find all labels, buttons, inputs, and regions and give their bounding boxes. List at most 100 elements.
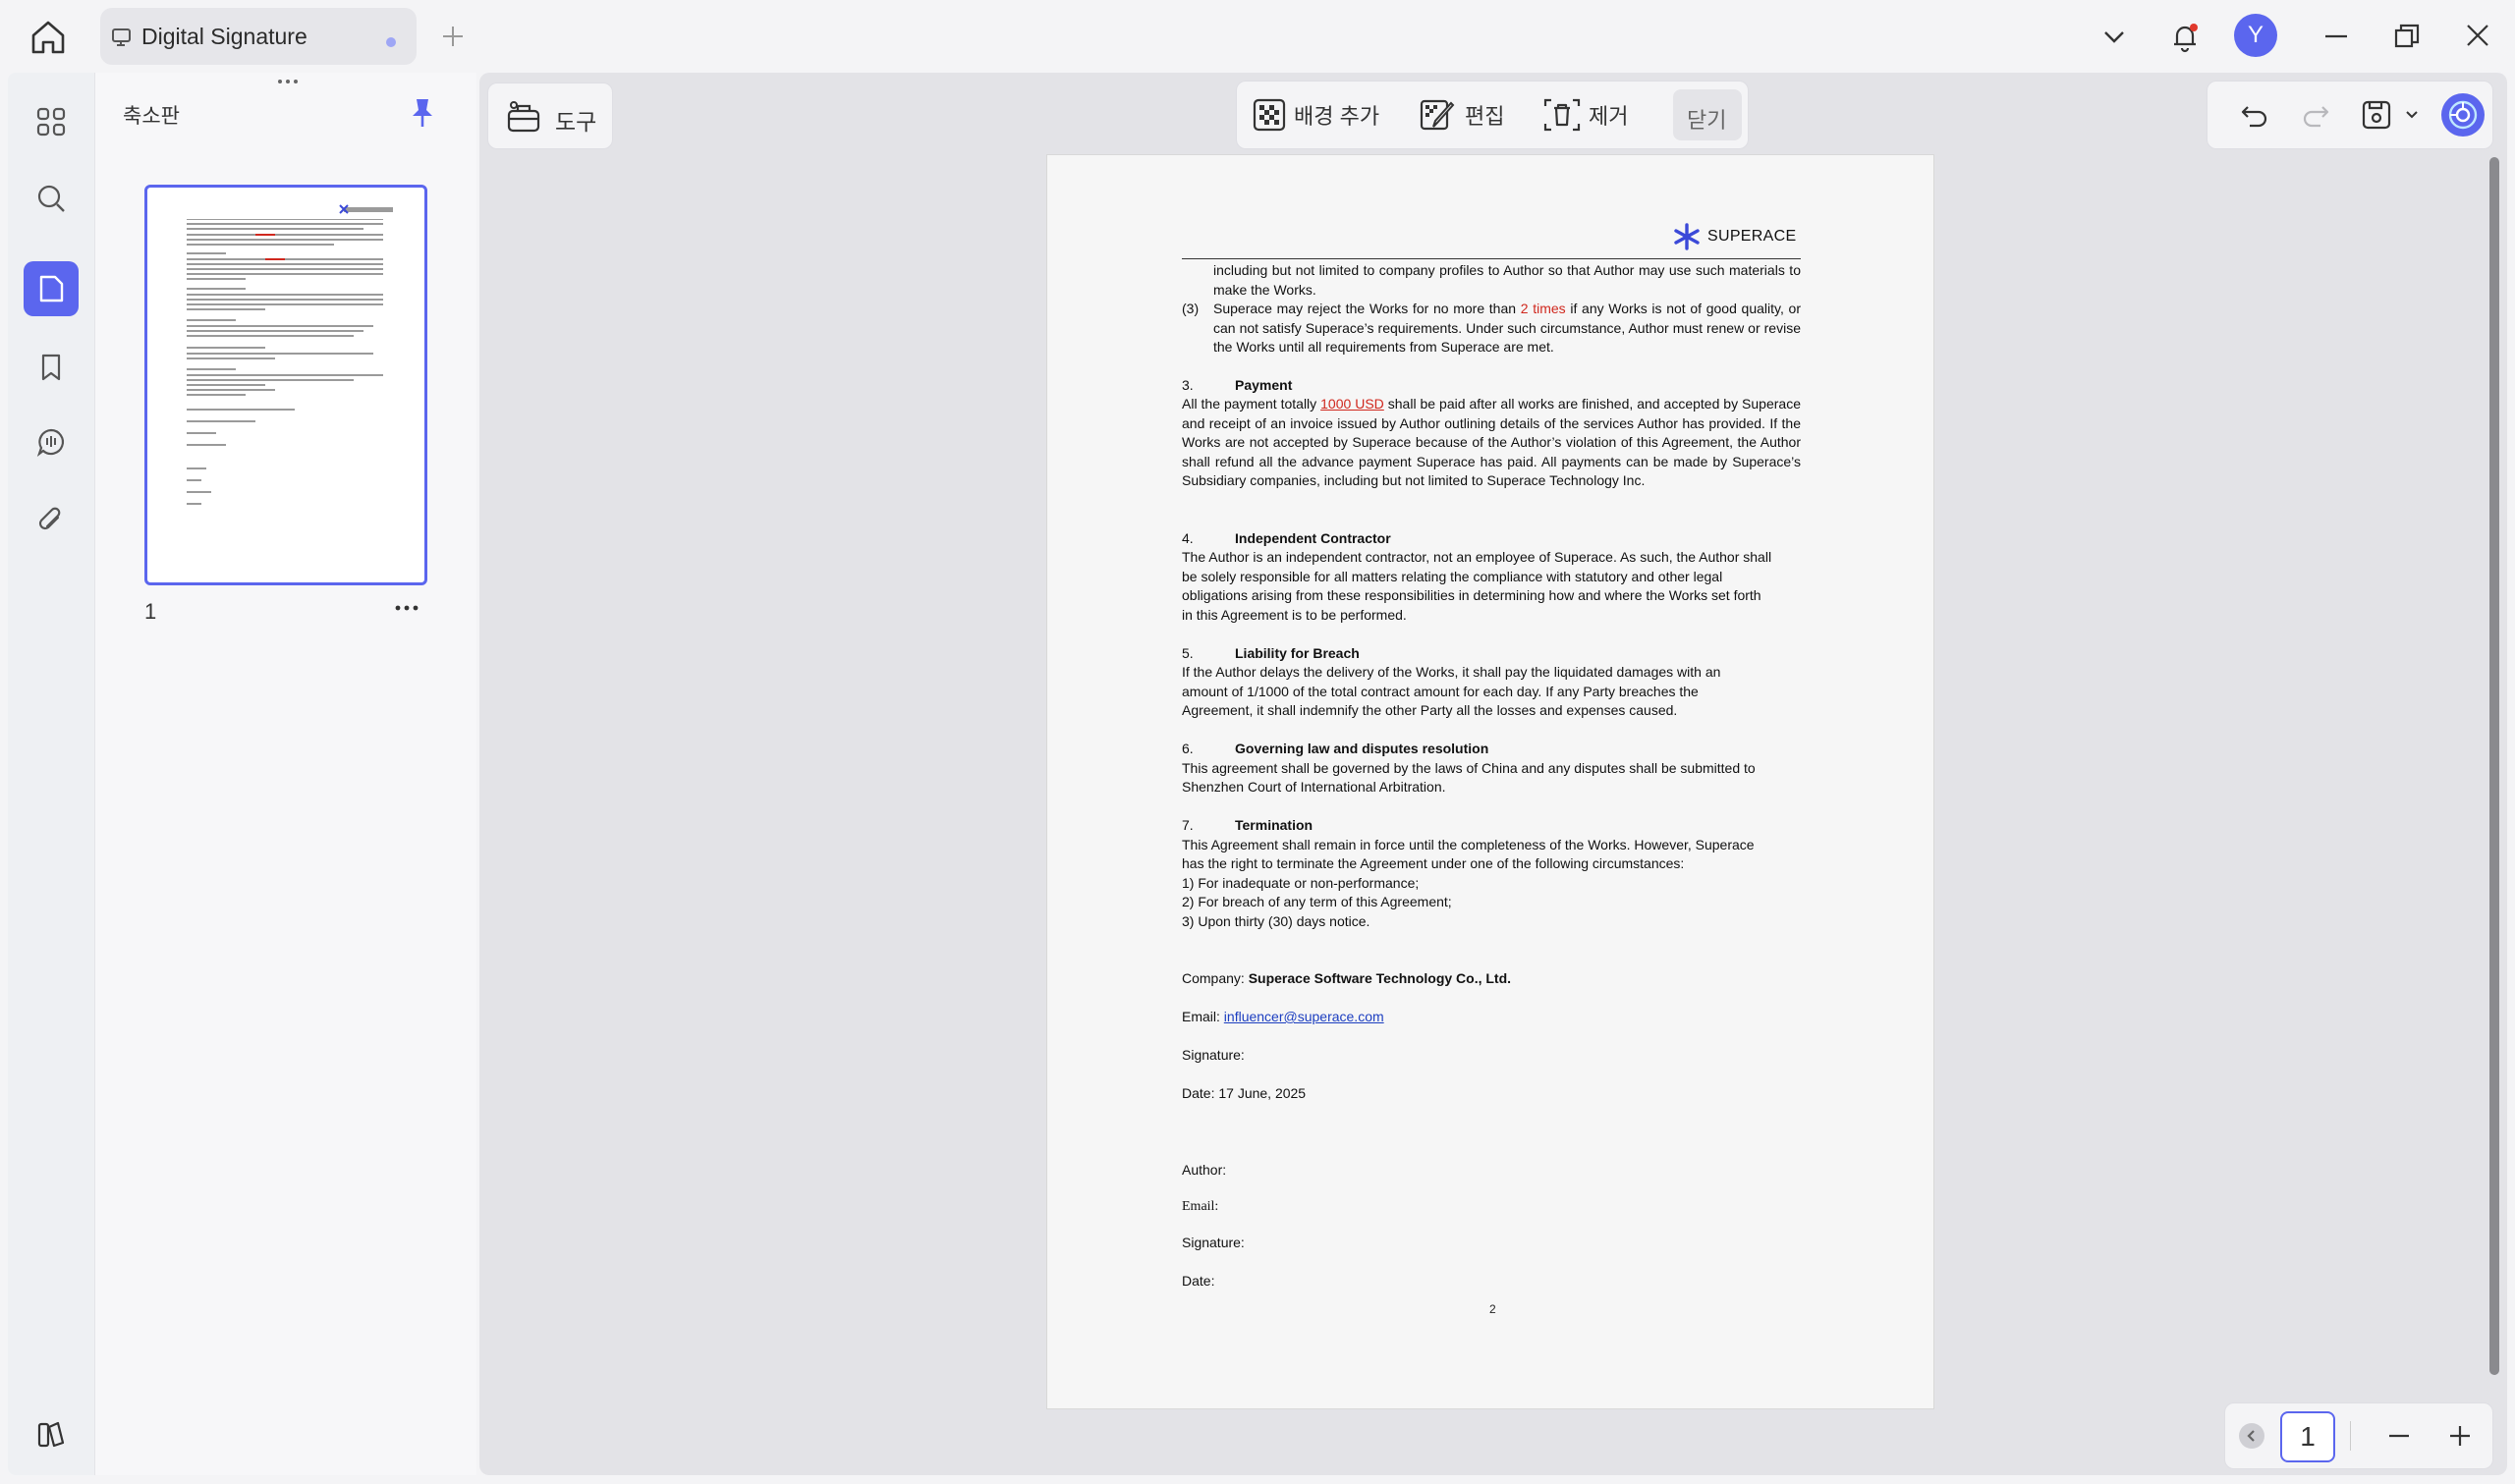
intro-paragraph: including but not limited to company pro… [1213, 262, 1801, 298]
right-toolbar [2207, 81, 2493, 149]
toolbox-icon [507, 101, 540, 133]
section-3-text-a: All the payment totally [1182, 396, 1321, 412]
section-3-title: Payment [1235, 377, 1293, 393]
pdf-page: SUPERACE including but not limited to co… [1047, 155, 1933, 1408]
save-options-chevron-icon[interactable] [2402, 105, 2422, 125]
user-avatar[interactable]: Y [2234, 14, 2277, 57]
tabs-dropdown-icon[interactable] [2095, 18, 2134, 55]
section-7-title: Termination [1235, 817, 1313, 833]
section-7-number: 7. [1182, 817, 1194, 833]
section-7-line: 1) For inadequate or non-performance; [1182, 875, 1420, 891]
remove-background-button[interactable]: 제거 [1543, 91, 1628, 138]
remove-background-icon [1543, 98, 1581, 132]
section-4-heading: 4. Independent Contractor [1182, 529, 1391, 549]
ai-assistant-icon[interactable] [2441, 93, 2485, 137]
section-3-paragraph: All the payment totally 1000 USD shall b… [1182, 395, 1801, 491]
thumbnails-icon[interactable] [24, 94, 79, 149]
section-5-line: If the Author delays the delivery of the… [1182, 664, 1721, 680]
section-4-line: be solely responsible for all matters re… [1182, 569, 1723, 584]
page-number: 2 [1489, 1302, 1496, 1316]
date-line: Date: 17 June, 2025 [1182, 1085, 1307, 1101]
restore-icon[interactable] [2387, 18, 2427, 55]
company-label: Company: [1182, 970, 1249, 986]
section-7-line: 3) Upon thirty (30) days notice. [1182, 913, 1370, 929]
page-navigation: 1 [2224, 1402, 2493, 1469]
edit-background-button[interactable]: 편집 [1420, 91, 1504, 138]
logo-text: SUPERACE [1707, 228, 1797, 245]
company-logo: SUPERACE [1672, 222, 1796, 251]
section-7-line: This Agreement shall remain in force unt… [1182, 837, 1755, 852]
author-email-line: Email: [1182, 1199, 1219, 1214]
email-line: Email: influencer@superace.com [1182, 1008, 1384, 1027]
tools-label: 도구 [555, 109, 597, 135]
bookmark-icon[interactable] [24, 340, 79, 395]
close-background-label: 닫기 [1687, 108, 1727, 133]
pin-icon[interactable] [408, 96, 437, 130]
page-number-input[interactable]: 1 [2280, 1411, 2335, 1462]
zoom-in-button[interactable] [2441, 1417, 2479, 1455]
close-window-icon[interactable] [2458, 18, 2497, 55]
remove-background-label: 제거 [1589, 104, 1629, 129]
section-3-heading: 3. Payment [1182, 376, 1292, 396]
section-4-line: The Author is an independent contractor,… [1182, 549, 1772, 565]
attachment-icon[interactable] [24, 493, 79, 548]
section-4-number: 4. [1182, 530, 1194, 546]
previous-page-button[interactable] [2239, 1423, 2264, 1449]
save-icon[interactable] [2357, 95, 2396, 135]
tools-button[interactable]: 도구 [487, 82, 613, 149]
unsaved-dot [386, 37, 396, 47]
section-5-heading: 5. Liability for Breach [1182, 644, 1360, 664]
panel-drag-handle[interactable] [268, 77, 307, 86]
section-6-heading: 6. Governing law and disputes resolution [1182, 740, 1488, 759]
clause-number: (3) [1182, 301, 1200, 316]
page-thumbnail[interactable] [144, 185, 427, 585]
redo-icon[interactable] [2296, 95, 2335, 135]
document-tab[interactable]: Digital Signature [100, 8, 417, 65]
section-5-line: amount of 1/1000 of the total contract a… [1182, 684, 1699, 699]
add-background-label: 배경 추가 [1294, 104, 1380, 129]
search-icon[interactable] [24, 171, 79, 226]
notification-bell-icon[interactable] [2165, 18, 2205, 55]
vertical-scrollbar[interactable] [2489, 157, 2499, 1375]
chevron-left-icon [2247, 1430, 2255, 1442]
tab-title: Digital Signature [141, 24, 307, 49]
more-options-icon[interactable] [394, 603, 419, 613]
close-background-button[interactable]: 닫기 [1673, 89, 1742, 140]
undo-icon[interactable] [2235, 95, 2274, 135]
section-6-line: Shenzhen Court of International Arbitrat… [1182, 779, 1446, 795]
minimize-icon[interactable] [2317, 18, 2356, 55]
payment-amount: 1000 USD [1320, 396, 1384, 412]
section-4-line: obligations arising from these responsib… [1182, 587, 1761, 603]
left-icon-rail [8, 73, 94, 1475]
new-tab-button[interactable] [438, 22, 468, 51]
signature-line: Signature: [1182, 1047, 1245, 1063]
company-line: Company: Superace Software Technology Co… [1182, 969, 1511, 989]
superace-logo-icon [1674, 223, 1700, 250]
pages-icon[interactable] [24, 261, 79, 316]
library-icon[interactable] [24, 1406, 79, 1461]
document-tab-icon [110, 27, 134, 47]
zoom-out-button[interactable] [2380, 1417, 2418, 1455]
section-3-number: 3. [1182, 377, 1194, 393]
section-7-line: 2) For breach of any term of this Agreem… [1182, 894, 1452, 909]
add-background-icon [1253, 98, 1286, 132]
author-line: Author: [1182, 1162, 1227, 1178]
thumbnail-page-number: 1 [144, 599, 157, 624]
section-4-line: in this Agreement is to be performed. [1182, 607, 1407, 623]
nav-separator [2350, 1421, 2351, 1451]
email-link[interactable]: influencer@superace.com [1224, 1009, 1384, 1024]
page-thumbnail-preview [187, 204, 393, 505]
section-5-line: Agreement, it shall indemnify the other … [1182, 702, 1678, 718]
add-background-button[interactable]: 배경 추가 [1253, 91, 1379, 138]
edit-background-icon [1420, 99, 1455, 131]
plus-icon [2450, 1426, 2470, 1446]
panel-title: 축소판 [123, 105, 180, 128]
background-toolbar: 배경 추가 편집 제거 닫기 [1236, 81, 1749, 149]
section-4-title: Independent Contractor [1235, 530, 1391, 546]
comment-icon[interactable] [24, 414, 79, 469]
home-icon[interactable] [26, 16, 71, 59]
clause-3-paragraph: Superace may reject the Works for no mor… [1213, 300, 1801, 357]
section-7-heading: 7. Termination [1182, 816, 1313, 836]
email-label: Email: [1182, 1009, 1224, 1024]
author-date-line: Date: [1182, 1273, 1215, 1289]
